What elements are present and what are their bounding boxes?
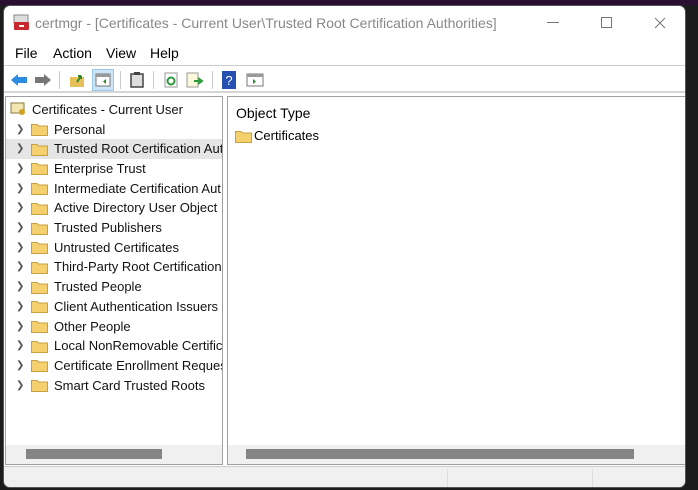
folder-icon [31,261,48,274]
folder-icon [31,281,48,294]
chevron-right-icon[interactable]: ❯ [16,321,24,332]
folder-icon [31,143,48,156]
tree-item-label: Active Directory User Object [54,200,218,216]
close-button[interactable] [637,8,683,38]
tree-item-label: Enterprise Trust [54,160,146,176]
up-folder-icon[interactable] [66,69,88,91]
folder-icon [31,301,48,314]
folder-icon [31,183,48,196]
results-horizontal-scrollbar[interactable] [228,445,685,464]
svg-text:?: ? [225,73,232,88]
chevron-right-icon[interactable]: ❯ [16,340,24,351]
menu-bar: File Action View Help [4,42,685,66]
chevron-right-icon[interactable]: ❯ [16,281,24,292]
status-divider [447,469,448,487]
menu-action[interactable]: Action [53,45,92,61]
tree-item[interactable]: ❯ Trusted Publishers [6,218,222,238]
tree-root-label: Certificates - Current User [32,101,183,117]
tree-item[interactable]: ❯ Intermediate Certification Aut [6,178,222,198]
column-header-object-type[interactable]: Object Type [236,105,310,121]
tree-item[interactable]: ❯ Third-Party Root Certification [6,257,222,277]
chevron-right-icon[interactable]: ❯ [16,183,24,194]
status-bar [4,466,685,487]
show-action-pane-icon[interactable] [244,69,266,91]
tree-item[interactable]: ❯ Enterprise Trust [6,158,222,178]
maximize-button[interactable] [584,8,630,38]
console-tree-pane: Certificates - Current User ❯ Personal ❯ Tr… [5,96,223,465]
tree-item-label: Third-Party Root Certification [54,259,222,275]
chevron-right-icon[interactable]: ❯ [16,360,24,371]
menu-help[interactable]: Help [150,45,179,61]
refresh-icon[interactable] [160,69,182,91]
tree-item[interactable]: ❯ Client Authentication Issuers [6,296,222,316]
export-list-icon[interactable] [184,69,206,91]
tree-scroll-thumb[interactable] [26,449,162,459]
tree-item-label: Intermediate Certification Aut [54,180,221,196]
help-icon[interactable]: ? [218,69,240,91]
folder-icon [31,242,48,255]
chevron-right-icon[interactable]: ❯ [16,163,24,174]
chevron-right-icon[interactable]: ❯ [16,222,24,233]
chevron-right-icon[interactable]: ❯ [16,202,24,213]
tree-item[interactable]: ❯ Local NonRemovable Certifica [6,336,222,356]
tree-item-label: Certificate Enrollment Reques [54,357,222,373]
chevron-right-icon[interactable]: ❯ [16,124,24,135]
results-pane: Object Type Certificates [227,96,685,465]
tree-item[interactable]: ❯ Smart Card Trusted Roots [6,375,222,395]
tree-item[interactable]: ❯ Certificate Enrollment Reques [6,355,222,375]
folder-icon [31,321,48,333]
tree-item-label: Trusted Root Certification Aut [54,141,222,157]
tree-item-label: Personal [54,121,106,137]
tree-item-label: Trusted People [54,279,142,295]
tree-item-label: Local NonRemovable Certifica [54,338,222,354]
folder-icon [31,222,48,235]
tree-item[interactable]: ❯ Other People [6,316,222,336]
tree-item-label: Untrusted Certificates [54,239,179,255]
status-divider [592,469,593,487]
window-title: certmgr - [Certificates - Current User\T… [35,15,497,31]
tree-item[interactable]: ❯ Trusted People [6,277,222,297]
certmgr-window: certmgr - [Certificates - Current User\T… [3,5,686,488]
chevron-right-icon[interactable]: ❯ [16,261,24,272]
list-item-label: Certificates [254,128,320,143]
folder-icon [31,380,48,393]
tree-root[interactable]: Certificates - Current User [6,99,222,119]
results-scroll-thumb[interactable] [246,449,634,459]
folder-icon [235,131,252,143]
show-hide-tree-icon[interactable] [92,69,114,91]
folder-icon [31,124,48,136]
forward-icon[interactable] [32,69,54,91]
folder-icon [31,163,48,176]
chevron-right-icon[interactable]: ❯ [16,242,24,253]
toolbar-separator [120,71,121,89]
certmgr-app-icon [13,14,29,30]
tree-item-label: Smart Card Trusted Roots [54,377,205,393]
menu-view[interactable]: View [106,45,136,61]
tree-item[interactable]: ❯ Active Directory User Object [6,198,222,218]
tree-item-label: Trusted Publishers [54,220,162,235]
tree-item[interactable]: ❯ Untrusted Certificates [6,237,222,257]
tree-item[interactable]: ❯ Personal [6,119,222,139]
tree-item-label: Other People [54,318,131,334]
tree-item-label: Client Authentication Issuers [54,298,219,314]
folder-icon [31,360,48,373]
folder-icon [31,202,48,215]
toolbar: ? [4,67,685,93]
minimize-button[interactable] [530,8,576,38]
toolbar-separator [153,71,154,89]
chevron-right-icon[interactable]: ❯ [16,143,24,154]
toolbar-separator [59,71,60,89]
menu-file[interactable]: File [15,45,38,61]
tree-item[interactable]: ❯ Trusted Root Certification Aut [6,138,222,159]
tree-horizontal-scrollbar[interactable] [6,445,222,464]
list-item[interactable]: Certificates [234,126,434,146]
back-icon[interactable] [8,69,30,91]
chevron-right-icon[interactable]: ❯ [16,380,24,391]
chevron-right-icon[interactable]: ❯ [16,301,24,312]
certificates-store-icon [10,102,25,115]
title-bar: certmgr - [Certificates - Current User\T… [4,6,685,40]
toolbar-separator [212,71,213,89]
clipboard-icon[interactable] [126,69,148,91]
folder-icon [31,340,48,353]
